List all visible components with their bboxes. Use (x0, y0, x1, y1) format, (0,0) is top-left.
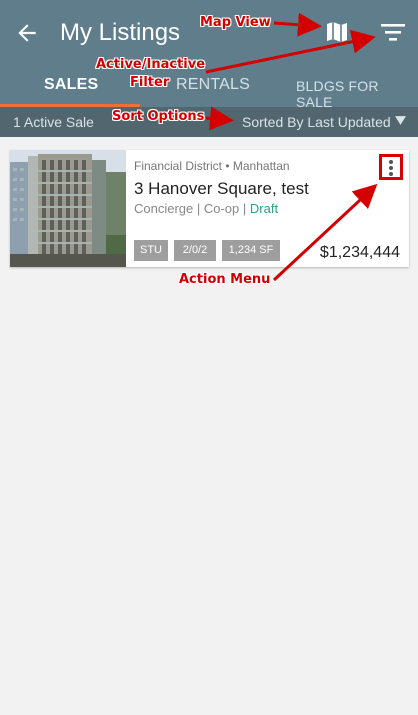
action-menu-button[interactable] (379, 154, 403, 180)
annotation-filter-line1: Active/Inactive (96, 57, 206, 72)
annotation-filter-line2: Filter (130, 75, 170, 90)
more-vertical-icon (389, 160, 393, 164)
listing-price: $1,234,444 (319, 244, 400, 261)
tab-rentals[interactable]: RENTALS (176, 76, 250, 94)
annotation-sort-options: Sort Options (112, 109, 205, 124)
rooms-badge: 2/0/2 (174, 240, 216, 261)
listing-subbar: 1 Active Sale Sorted By Last Updated (0, 107, 418, 137)
page-title: My Listings (60, 19, 181, 46)
listing-amenities: Concierge | Co-op | (134, 201, 247, 216)
sort-dropdown[interactable]: Sorted By Last Updated (242, 114, 391, 130)
caret-down-icon[interactable] (395, 115, 406, 126)
unit-type-badge: STU (134, 240, 168, 261)
annotation-action-menu: Action Menu (179, 272, 271, 287)
listing-location: Financial District • Manhattan (134, 159, 290, 173)
arrow-left-icon[interactable] (14, 20, 40, 46)
active-count-label: 1 Active Sale (13, 114, 94, 130)
more-vertical-icon (389, 166, 393, 170)
tab-bldgs-for-sale[interactable]: BLDGS FOR SALE (296, 78, 418, 110)
annotation-map-view: Map View (200, 15, 271, 30)
tab-sales[interactable]: SALES (44, 76, 98, 94)
listing-address[interactable]: 3 Hanover Square, test (134, 179, 309, 199)
building-photo (10, 150, 126, 267)
listing-card[interactable]: Financial District • Manhattan 3 Hanover… (10, 150, 409, 267)
status-badge: Draft (249, 201, 279, 216)
filter-icon[interactable] (380, 21, 406, 43)
area-badge: 1,234 SF (222, 240, 280, 261)
listing-meta: Concierge | Co-op | Draft (134, 201, 278, 216)
more-vertical-icon (389, 172, 393, 176)
map-icon[interactable] (325, 20, 349, 44)
